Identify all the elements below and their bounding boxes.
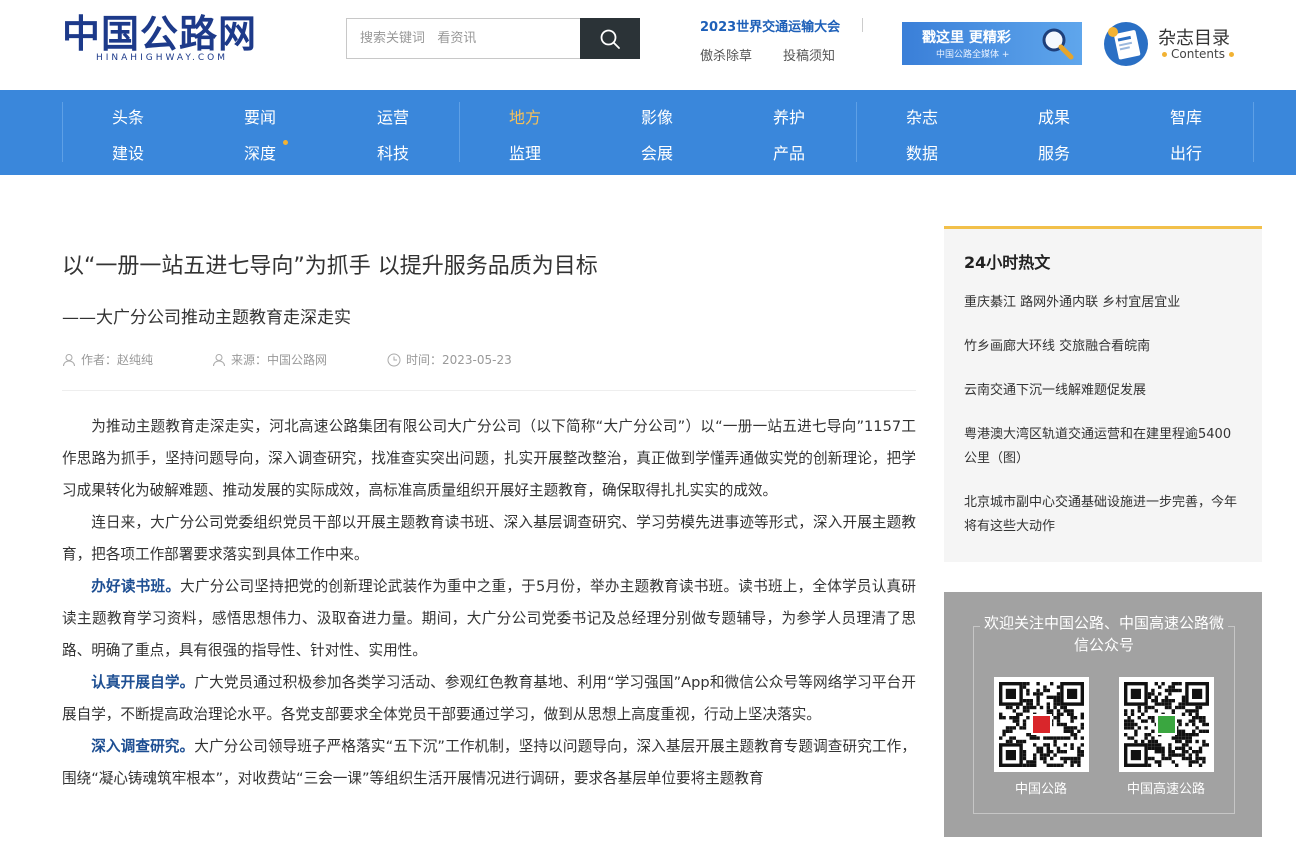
hot-article-link[interactable]: 粤港澳大湾区轨道交通运营和在建里程逾5400公里（图） [964,423,1242,471]
top-links: 2023世界交通运输大会 傲杀除草 投稿须知 [700,16,870,66]
clock-icon [387,353,401,366]
paragraph-text: 大广分公司坚持把党的创新理论武装作为重中之重，于5月份，举办主题教育读书班。读书… [62,578,916,659]
article-source: 来源：中国公路网 [212,351,327,368]
nav-item[interactable]: 杂志 [882,104,962,128]
qr-code-right [1119,677,1214,772]
nav-divider [459,102,460,162]
nav-item[interactable]: 科技 [353,140,433,164]
source-text: 来源：中国公路网 [231,353,328,367]
article-paragraph: 深入调查研究。大广分公司领导班子严格落实“五下沉”工作机制，坚持以问题导向，深入… [62,731,916,795]
nav-item[interactable]: 监理 [485,140,565,164]
divider [862,18,863,32]
site-logo[interactable]: 中国公路网 HINAHIGHWAY.COM [62,12,268,64]
logo-cn: 中国公路网 [62,11,258,56]
qr-code-left [994,677,1089,772]
follow-panel: 欢迎关注中国公路、中国高速公路微信公众号 中国公路 中国高速公路 [944,592,1262,837]
nav-divider [1253,102,1254,162]
article-paragraph: 连日来，大广分公司党委组织党员干部以开展主题教育读书班、深入基层调查研究、学习劳… [62,507,916,571]
paragraph-text: 为推动主题教育走深走实，河北高速公路集团有限公司大广分公司（以下简称“大广分公司… [62,418,916,499]
article-author: 作者：赵纯纯 [62,351,153,368]
nav-item[interactable]: 会展 [617,140,697,164]
logo-en: HINAHIGHWAY.COM [96,53,229,63]
nav-item[interactable]: 成果 [1014,104,1094,128]
nav-item[interactable]: 建设 [88,140,168,164]
nav-divider [856,102,857,162]
top-link-a[interactable]: 傲杀除草 [700,45,752,64]
hot-articles-panel: 24小时热文 重庆綦江 路网外通内联 乡村宜居宜业 竹乡画廊大环线 交旅融合看皖南… [944,226,1262,562]
hot-article-link[interactable]: 竹乡画廊大环线 交旅融合看皖南 [964,335,1242,359]
nav-item[interactable]: 数据 [882,140,962,164]
nav-item[interactable]: 服务 [1014,140,1094,164]
magazine-subtitle-text: Contents [1171,47,1225,61]
user-icon [63,353,75,366]
nav-item[interactable]: 运营 [353,104,433,128]
new-dot-icon [283,140,288,145]
search-button[interactable] [580,18,640,59]
hot-article-link[interactable]: 云南交通下沉一线解难题促发展 [964,379,1242,403]
paragraph-lead: 认真开展自学。 [91,674,195,691]
nav-item[interactable]: 出行 [1146,140,1226,164]
hot-article-link[interactable]: 北京城市副中心交通基础设施进一步完善，今年将有这些大动作 [964,491,1242,539]
article-title: 以“一册一站五进七导向”为抓手 以提升服务品质为目标 [62,254,598,279]
qr-code-icon [1124,682,1209,767]
article-paragraph: 为推动主题教育走深走实，河北高速公路集团有限公司大广分公司（以下简称“大广分公司… [62,411,916,507]
article-paragraph: 办好读书班。大广分公司坚持把党的创新理论武装作为重中之重，于5月份，举办主题教育… [62,571,916,667]
search-input[interactable] [347,19,581,58]
main-nav: 头条 要闻 运营 地方 影像 养护 杂志 成果 智库建设 深度 科技 监理 会展 产品 数据 服务 出行 [0,90,1296,175]
hot-title: 24小时热文 [964,253,1051,272]
follow-title: 欢迎关注中国公路、中国高速公路微信公众号 [980,612,1228,656]
media-banner[interactable]: 戳这里 更精彩 中国公路全媒体 + [902,22,1082,65]
nav-item[interactable]: 深度 [220,140,300,164]
user-icon [213,353,225,366]
nav-item[interactable]: 头条 [88,104,168,128]
qr-left-label: 中国公路 [1014,782,1067,797]
paragraph-lead: 深入调查研究。 [91,738,195,755]
banner-line1: 戳这里 更精彩 [922,30,1011,46]
magazine-subtitle: Contents [1158,47,1238,61]
qr-code-icon [999,682,1084,767]
hot-article-link[interactable]: 重庆綦江 路网外通内联 乡村宜居宜业 [964,291,1242,315]
nav-item[interactable]: 产品 [749,140,829,164]
nav-item[interactable]: 养护 [749,104,829,128]
hot-list: 重庆綦江 路网外通内联 乡村宜居宜业 竹乡画廊大环线 交旅融合看皖南 云南交通下沉一… [964,291,1242,559]
qr-right-label: 中国高速公路 [1126,782,1205,797]
divider [62,390,916,391]
magazine-contents[interactable]: 杂志目录 Contents [1104,22,1254,66]
time-text: 时间：2023-05-23 [406,353,512,367]
top-header: 中国公路网 HINAHIGHWAY.COM 2023世界交通运输大会 傲杀除草 … [0,0,1296,90]
contribute-link[interactable]: 投稿须知 [783,45,835,64]
nav-item[interactable]: 影像 [617,104,697,128]
author-text: 作者：赵纯纯 [81,353,154,367]
banner-line2: 中国公路全媒体 + [936,50,1010,60]
nav-divider [62,102,63,162]
nav-item[interactable]: 地方 [485,104,565,128]
dot-icon [1228,52,1234,57]
article-time: 时间：2023-05-23 [387,351,512,368]
search-box [346,18,640,59]
article-body: 为推动主题教育走深走实，河北高速公路集团有限公司大广分公司（以下简称“大广分公司… [62,411,916,795]
article-paragraph: 认真开展自学。广大党员通过积极参加各类学习活动、参观红色教育基地、利用“学习强国… [62,667,916,731]
magazine-icon [1104,22,1148,66]
conference-link[interactable]: 2023世界交通运输大会 [700,16,840,35]
article-subtitle: ——大广分公司推动主题教育走深走实 [62,308,351,328]
magnifier-icon [1042,28,1074,60]
article-main: 以“一册一站五进七导向”为抓手 以提升服务品质为目标 ——大广分公司推动主题教育… [62,175,916,855]
nav-item[interactable]: 要闻 [220,104,300,128]
search-icon [600,29,620,49]
paragraph-text: 连日来，大广分公司党委组织党员干部以开展主题教育读书班、深入基层调查研究、学习劳… [62,514,916,563]
dot-icon [1162,52,1167,57]
paragraph-lead: 办好读书班。 [91,578,181,595]
nav-item[interactable]: 智库 [1146,104,1226,128]
